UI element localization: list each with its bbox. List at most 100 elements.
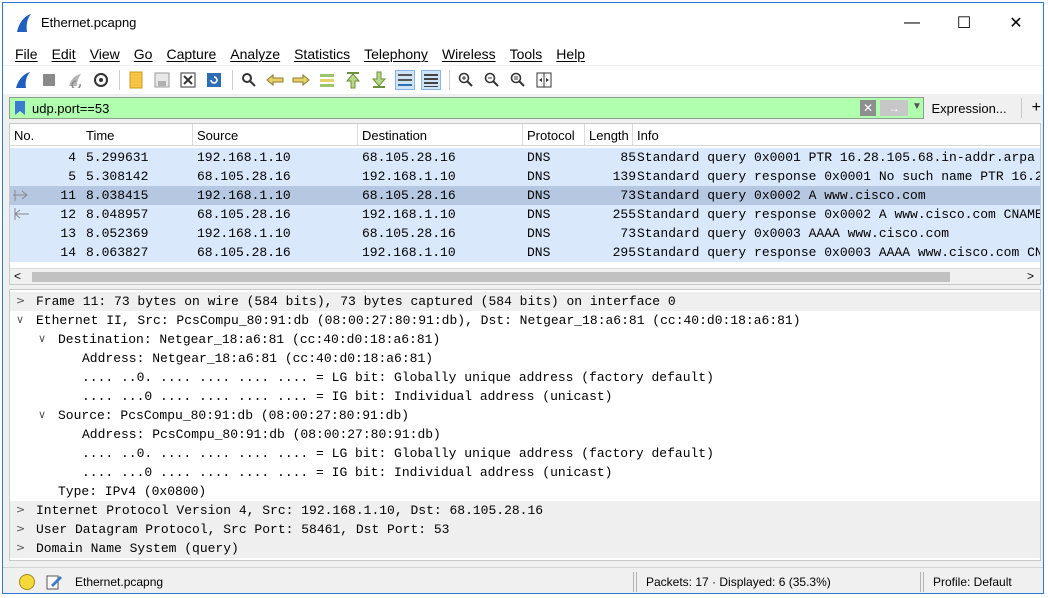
packet-row[interactable]: 4 5.299631 192.168.1.10 68.105.28.16 DNS… (10, 148, 1040, 167)
go-last-icon[interactable] (369, 70, 389, 90)
menu-telephony[interactable]: Telephony (364, 46, 428, 62)
detail-field[interactable]: .... ..0. .... .... .... .... = LG bit: … (10, 444, 1040, 463)
maximize-button[interactable]: ☐ (941, 3, 987, 43)
menu-edit[interactable]: Edit (52, 46, 76, 62)
detail-field[interactable]: .... ...0 .... .... .... .... = IG bit: … (10, 387, 1040, 406)
column-divider[interactable] (357, 124, 358, 146)
horizontal-scrollbar[interactable]: < > (10, 268, 1040, 284)
menu-wireless[interactable]: Wireless (442, 46, 496, 62)
expand-arrow-icon[interactable]: > (16, 503, 25, 516)
go-forward-icon[interactable] (291, 70, 311, 90)
packet-row[interactable]: 5 5.308142 68.105.28.16 192.168.1.10 DNS… (10, 167, 1040, 186)
detail-destination[interactable]: ∨ Destination: Netgear_18:a6:81 (cc:40:d… (10, 330, 1040, 349)
go-back-icon[interactable] (265, 70, 285, 90)
packet-destination: 68.105.28.16 (362, 150, 456, 165)
detail-ethernet[interactable]: ∨ Ethernet II, Src: PcsCompu_80:91:db (0… (10, 311, 1040, 330)
scroll-left-icon[interactable]: < (14, 269, 21, 283)
close-file-icon[interactable] (178, 70, 198, 90)
menu-capture[interactable]: Capture (166, 46, 216, 62)
packet-row-selected[interactable]: 11 8.038415 192.168.1.10 68.105.28.16 DN… (10, 186, 1040, 205)
detail-source[interactable]: ∨ Source: PcsCompu_80:91:db (08:00:27:80… (10, 406, 1040, 425)
capture-comment-icon[interactable] (45, 573, 63, 591)
filter-value[interactable]: udp.port==53 (32, 101, 109, 116)
packet-row[interactable]: 12 8.048957 68.105.28.16 192.168.1.10 DN… (10, 205, 1040, 224)
packet-info: Standard query 0x0003 AAAA www.cisco.com (637, 226, 950, 241)
packet-time: 8.052369 (86, 226, 149, 241)
auto-scroll-icon[interactable] (395, 70, 415, 90)
stop-icon[interactable] (39, 70, 59, 90)
packet-info: Standard query response 0x0003 AAAA www.… (637, 245, 1041, 260)
go-first-icon[interactable] (343, 70, 363, 90)
detail-dns[interactable]: > Domain Name System (query) (10, 539, 1040, 558)
detail-field[interactable]: .... ...0 .... .... .... .... = IG bit: … (10, 463, 1040, 482)
menu-help[interactable]: Help (556, 46, 585, 62)
expand-arrow-icon[interactable]: > (16, 294, 25, 307)
column-source[interactable]: Source (197, 128, 238, 143)
expert-info-icon[interactable] (19, 574, 35, 590)
column-protocol[interactable]: Protocol (527, 128, 575, 143)
menu-statistics[interactable]: Statistics (294, 46, 350, 62)
collapse-arrow-icon[interactable]: ∨ (38, 408, 46, 421)
reload-icon[interactable] (204, 70, 224, 90)
colorize-icon[interactable] (421, 70, 441, 90)
detail-frame[interactable]: > Frame 11: 73 bytes on wire (584 bits),… (10, 292, 1040, 311)
detail-udp[interactable]: > User Datagram Protocol, Src Port: 5846… (10, 520, 1040, 539)
go-to-packet-icon[interactable] (317, 70, 337, 90)
packet-no: 5 (68, 169, 76, 184)
expression-button[interactable]: Expression... (932, 101, 1007, 116)
column-no[interactable]: No. (14, 128, 34, 143)
packet-source: 68.105.28.16 (197, 169, 291, 184)
bookmark-icon[interactable] (14, 100, 26, 116)
packet-time: 8.063827 (86, 245, 149, 260)
column-info[interactable]: Info (637, 128, 659, 143)
zoom-in-icon[interactable] (456, 70, 476, 90)
apply-filter-icon[interactable]: → (880, 100, 908, 116)
status-profile[interactable]: Profile: Default (933, 575, 1012, 589)
save-file-icon[interactable] (152, 70, 172, 90)
packet-time: 8.048957 (86, 207, 149, 222)
column-destination[interactable]: Destination (362, 128, 427, 143)
normal-size-icon[interactable] (508, 70, 528, 90)
zoom-out-icon[interactable] (482, 70, 502, 90)
packet-row[interactable]: 13 8.052369 192.168.1.10 68.105.28.16 DN… (10, 224, 1040, 243)
shark-fin-start-icon[interactable] (13, 70, 33, 90)
restart-icon[interactable] (65, 70, 85, 90)
find-packet-icon[interactable] (239, 70, 259, 90)
scroll-right-icon[interactable]: > (1027, 269, 1034, 283)
column-divider[interactable] (522, 124, 523, 146)
column-divider[interactable] (192, 124, 193, 146)
close-button[interactable]: ✕ (993, 3, 1039, 43)
detail-field[interactable]: .... ..0. .... .... .... .... = LG bit: … (10, 368, 1040, 387)
column-time[interactable]: Time (86, 128, 114, 143)
filter-dropdown-icon[interactable]: ▼ (912, 101, 922, 112)
expand-arrow-icon[interactable]: > (16, 541, 25, 554)
menu-bar: File Edit View Go Capture Analyze Statis… (3, 43, 1043, 65)
resize-columns-icon[interactable] (534, 70, 554, 90)
scrollbar-thumb[interactable] (32, 272, 950, 282)
detail-ipv4[interactable]: > Internet Protocol Version 4, Src: 192.… (10, 501, 1040, 520)
column-divider[interactable] (584, 124, 585, 146)
detail-field[interactable]: Address: PcsCompu_80:91:db (08:00:27:80:… (10, 425, 1040, 444)
minimize-button[interactable]: — (889, 3, 935, 43)
detail-text: .... ...0 .... .... .... .... = IG bit: … (82, 465, 613, 480)
packet-no: 11 (60, 188, 76, 203)
filter-separator (1020, 98, 1022, 118)
column-length[interactable]: Length (589, 128, 629, 143)
expand-arrow-icon[interactable]: > (16, 522, 25, 535)
add-filter-button[interactable]: + (1032, 99, 1041, 117)
display-filter-input[interactable]: udp.port==53 ✕ → ▼ (9, 97, 924, 119)
menu-file[interactable]: File (15, 46, 38, 62)
collapse-arrow-icon[interactable]: ∨ (38, 332, 46, 345)
detail-field[interactable]: Address: Netgear_18:a6:81 (cc:40:d0:18:a… (10, 349, 1040, 368)
open-file-icon[interactable] (126, 70, 146, 90)
detail-field[interactable]: Type: IPv4 (0x0800) (10, 482, 1040, 501)
clear-filter-icon[interactable]: ✕ (860, 100, 876, 116)
menu-tools[interactable]: Tools (510, 46, 543, 62)
menu-analyze[interactable]: Analyze (230, 46, 280, 62)
column-divider[interactable] (632, 124, 633, 146)
menu-view[interactable]: View (90, 46, 120, 62)
menu-go[interactable]: Go (134, 46, 153, 62)
packet-row[interactable]: 14 8.063827 68.105.28.16 192.168.1.10 DN… (10, 243, 1040, 262)
capture-options-icon[interactable] (91, 70, 111, 90)
collapse-arrow-icon[interactable]: ∨ (16, 313, 24, 326)
